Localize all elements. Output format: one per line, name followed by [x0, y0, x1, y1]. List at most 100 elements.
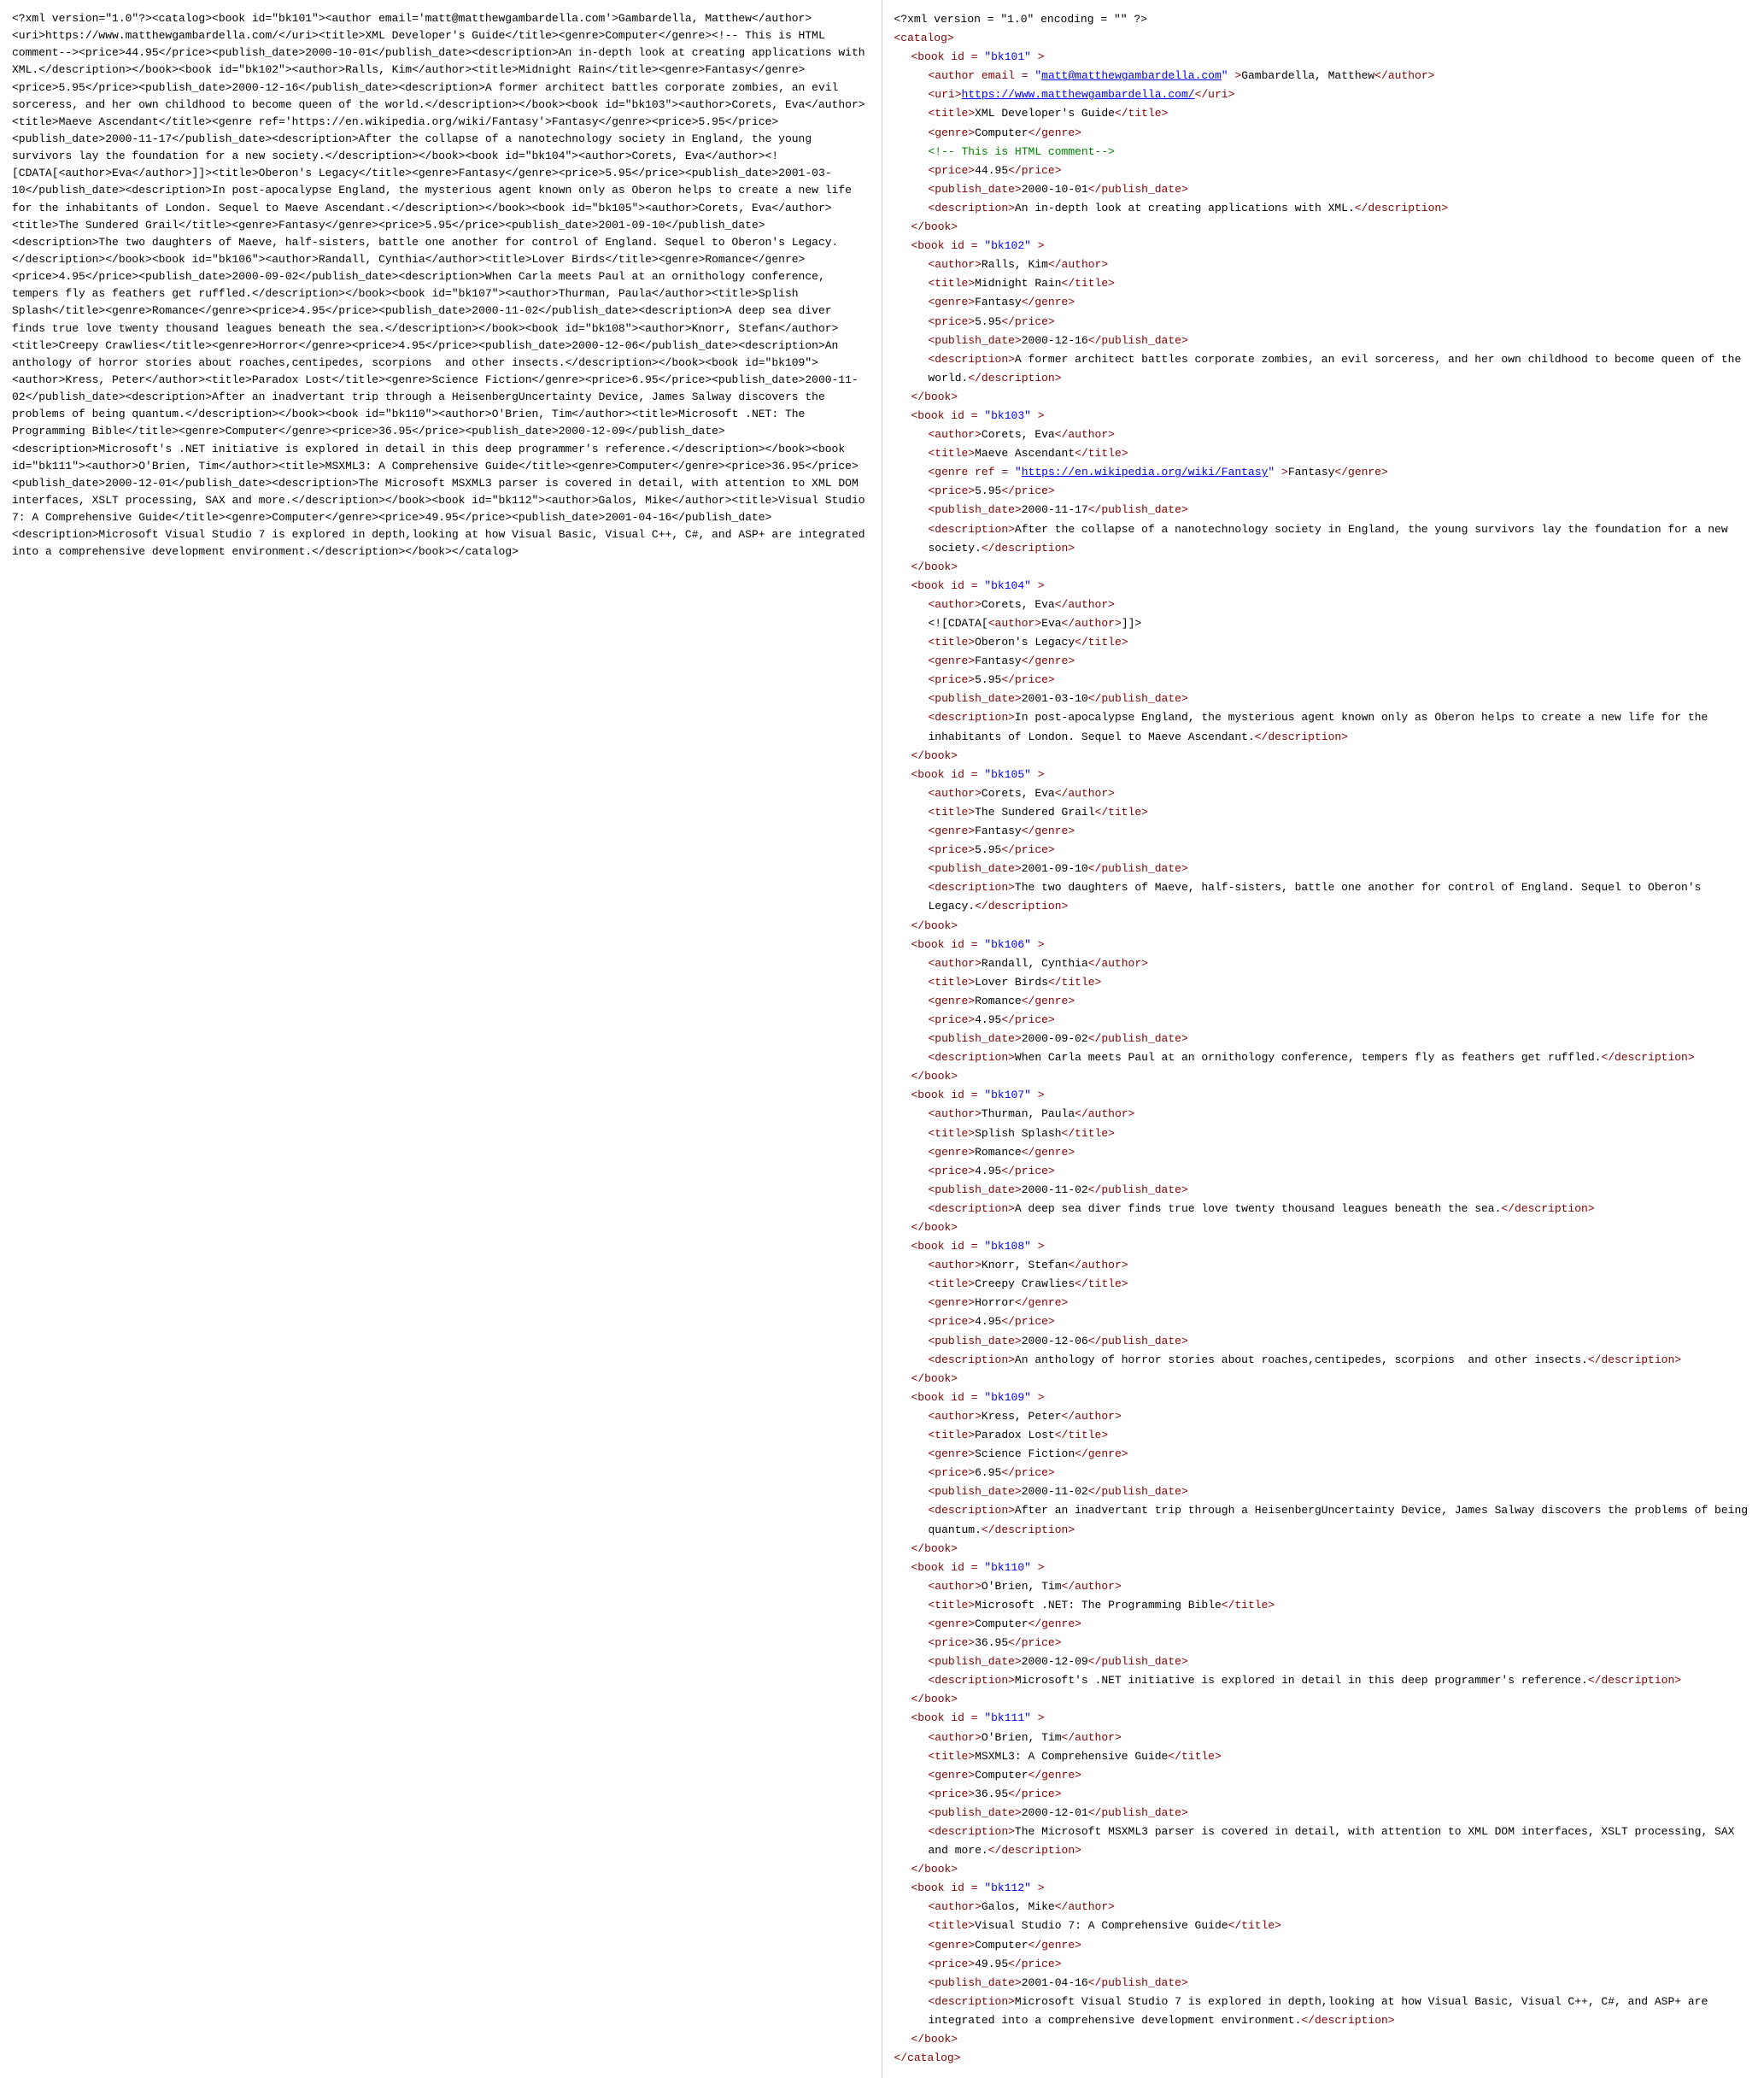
publish-date-tag-1: <publish_date>2000-12-16</publish_date>	[894, 332, 1753, 350]
description-tag-9: <description>Microsoft's .NET initiative…	[894, 1671, 1753, 1690]
author-tag-5: <author>Randall, Cynthia</author>	[894, 954, 1753, 973]
title-tag-5: <title>Lover Birds</title>	[894, 973, 1753, 992]
genre-tag-7: <genre>Horror</genre>	[894, 1294, 1753, 1312]
catalog-open-tag: <catalog>	[894, 29, 1753, 48]
description-tag-5: <description>When Carla meets Paul at an…	[894, 1048, 1753, 1067]
title-tag-0: <title>XML Developer's Guide</title>	[894, 104, 1753, 123]
title-tag-10: <title>MSXML3: A Comprehensive Guide</ti…	[894, 1747, 1753, 1766]
description-tag-10: <description>The Microsoft MSXML3 parser…	[894, 1823, 1753, 1860]
cdata-tag-3: <![CDATA[<author>Eva</author>]]>	[894, 614, 1753, 633]
title-tag-6: <title>Splish Splash</title>	[894, 1124, 1753, 1143]
price-tag-9: <price>36.95</price>	[894, 1634, 1753, 1652]
book-open-tag-3: <book id = "bk104" >	[894, 577, 1753, 596]
book-close-tag-0: </book>	[894, 218, 1753, 237]
publish-date-tag-9: <publish_date>2000-12-09</publish_date>	[894, 1652, 1753, 1671]
book-close-tag-5: </book>	[894, 1067, 1753, 1086]
author-tag-4: <author>Corets, Eva</author>	[894, 784, 1753, 803]
genre-tag-4: <genre>Fantasy</genre>	[894, 822, 1753, 841]
genre-tag-9: <genre>Computer</genre>	[894, 1615, 1753, 1634]
description-tag-2: <description>After the collapse of a nan…	[894, 520, 1753, 558]
price-tag-10: <price>36.95</price>	[894, 1785, 1753, 1804]
price-tag-4: <price>5.95</price>	[894, 841, 1753, 860]
title-tag-9: <title>Microsoft .NET: The Programming B…	[894, 1596, 1753, 1615]
book-open-tag-2: <book id = "bk103" >	[894, 407, 1753, 426]
price-tag-7: <price>4.95</price>	[894, 1312, 1753, 1331]
description-tag-6: <description>A deep sea diver finds true…	[894, 1200, 1753, 1218]
book-close-tag-8: </book>	[894, 1540, 1753, 1558]
author-email-link-0[interactable]: matt@matthewgambardella.com	[1041, 69, 1222, 82]
price-tag-5: <price>4.95</price>	[894, 1011, 1753, 1030]
genre-tag-3: <genre>Fantasy</genre>	[894, 652, 1753, 671]
price-tag-0: <price>44.95</price>	[894, 161, 1753, 180]
publish-date-tag-10: <publish_date>2000-12-01</publish_date>	[894, 1804, 1753, 1823]
title-tag-3: <title>Oberon's Legacy</title>	[894, 633, 1753, 652]
author-tag-7: <author>Knorr, Stefan</author>	[894, 1256, 1753, 1275]
book-open-tag-9: <book id = "bk110" >	[894, 1558, 1753, 1577]
genre-tag-10: <genre>Computer</genre>	[894, 1766, 1753, 1785]
main-container: <?xml version="1.0"?><catalog><book id="…	[0, 0, 1764, 2078]
book-open-tag-11: <book id = "bk112" >	[894, 1879, 1753, 1898]
book-open-tag-7: <book id = "bk108" >	[894, 1237, 1753, 1256]
catalog-close-tag: </catalog>	[894, 2049, 1753, 2068]
description-tag-1: <description>A former architect battles …	[894, 350, 1753, 388]
genre-tag-0: <genre>Computer</genre>	[894, 124, 1753, 143]
comment-0: <!-- This is HTML comment-->	[894, 143, 1753, 161]
genre-tag-5: <genre>Romance</genre>	[894, 992, 1753, 1011]
author-tag-6: <author>Thurman, Paula</author>	[894, 1105, 1753, 1124]
book-close-tag-10: </book>	[894, 1860, 1753, 1879]
price-tag-1: <price>5.95</price>	[894, 313, 1753, 332]
xml-declaration: <?xml version = "1.0" encoding = "" ?>	[894, 10, 1753, 29]
author-tag-3: <author>Corets, Eva</author>	[894, 596, 1753, 614]
description-tag-8: <description>After an inadvertant trip t…	[894, 1501, 1753, 1539]
publish-date-tag-8: <publish_date>2000-11-02</publish_date>	[894, 1482, 1753, 1501]
genre-tag-1: <genre>Fantasy</genre>	[894, 293, 1753, 312]
book-close-tag-1: </book>	[894, 388, 1753, 407]
description-tag-7: <description>An anthology of horror stor…	[894, 1351, 1753, 1370]
price-tag-3: <price>5.95</price>	[894, 671, 1753, 690]
book-close-tag-7: </book>	[894, 1370, 1753, 1388]
author-tag-1: <author>Ralls, Kim</author>	[894, 255, 1753, 274]
uri-link-0[interactable]: https://www.matthewgambardella.com/	[962, 88, 1195, 101]
publish-date-tag-6: <publish_date>2000-11-02</publish_date>	[894, 1181, 1753, 1200]
book-open-tag-4: <book id = "bk105" >	[894, 766, 1753, 784]
title-tag-11: <title>Visual Studio 7: A Comprehensive …	[894, 1917, 1753, 1935]
title-tag-8: <title>Paradox Lost</title>	[894, 1426, 1753, 1445]
book-close-tag-3: </book>	[894, 747, 1753, 766]
genre-tag-2: <genre ref = "https://en.wikipedia.org/w…	[894, 463, 1753, 482]
title-tag-1: <title>Midnight Rain</title>	[894, 274, 1753, 293]
book-open-tag-5: <book id = "bk106" >	[894, 936, 1753, 954]
book-open-tag-1: <book id = "bk102" >	[894, 237, 1753, 255]
description-tag-11: <description>Microsoft Visual Studio 7 i…	[894, 1993, 1753, 2030]
author-tag-11: <author>Galos, Mike</author>	[894, 1898, 1753, 1917]
author-tag-9: <author>O'Brien, Tim</author>	[894, 1577, 1753, 1596]
genre-tag-11: <genre>Computer</genre>	[894, 1936, 1753, 1955]
author-tag-10: <author>O'Brien, Tim</author>	[894, 1729, 1753, 1747]
book-close-tag-9: </book>	[894, 1690, 1753, 1709]
uri-tag-0: <uri>https://www.matthewgambardella.com/…	[894, 85, 1753, 104]
publish-date-tag-3: <publish_date>2001-03-10</publish_date>	[894, 690, 1753, 708]
book-close-tag-11: </book>	[894, 2030, 1753, 2049]
description-tag-3: <description>In post-apocalypse England,…	[894, 708, 1753, 746]
price-tag-11: <price>49.95</price>	[894, 1955, 1753, 1974]
book-open-tag-8: <book id = "bk109" >	[894, 1388, 1753, 1407]
title-tag-7: <title>Creepy Crawlies</title>	[894, 1275, 1753, 1294]
book-close-tag-6: </book>	[894, 1218, 1753, 1237]
book-open-tag-0: <book id = "bk101" >	[894, 48, 1753, 67]
publish-date-tag-11: <publish_date>2001-04-16</publish_date>	[894, 1974, 1753, 1993]
right-panel-formatted-xml: <?xml version = "1.0" encoding = "" ?> <…	[882, 0, 1764, 2078]
genre-ref-link-2[interactable]: https://en.wikipedia.org/wiki/Fantasy	[1022, 466, 1269, 478]
description-tag-0: <description>An in-depth look at creatin…	[894, 199, 1753, 218]
description-tag-4: <description>The two daughters of Maeve,…	[894, 878, 1753, 916]
price-tag-8: <price>6.95</price>	[894, 1464, 1753, 1482]
genre-tag-6: <genre>Romance</genre>	[894, 1143, 1753, 1162]
publish-date-tag-4: <publish_date>2001-09-10</publish_date>	[894, 860, 1753, 878]
genre-tag-8: <genre>Science Fiction</genre>	[894, 1445, 1753, 1464]
publish-date-tag-5: <publish_date>2000-09-02</publish_date>	[894, 1030, 1753, 1048]
left-panel-raw-xml: <?xml version="1.0"?><catalog><book id="…	[0, 0, 882, 2078]
author-tag-8: <author>Kress, Peter</author>	[894, 1407, 1753, 1426]
book-open-tag-10: <book id = "bk111" >	[894, 1709, 1753, 1728]
book-close-tag-4: </book>	[894, 917, 1753, 936]
publish-date-tag-0: <publish_date>2000-10-01</publish_date>	[894, 180, 1753, 199]
author-tag-0: <author email = "matt@matthewgambardella…	[894, 67, 1753, 85]
book-open-tag-6: <book id = "bk107" >	[894, 1086, 1753, 1105]
